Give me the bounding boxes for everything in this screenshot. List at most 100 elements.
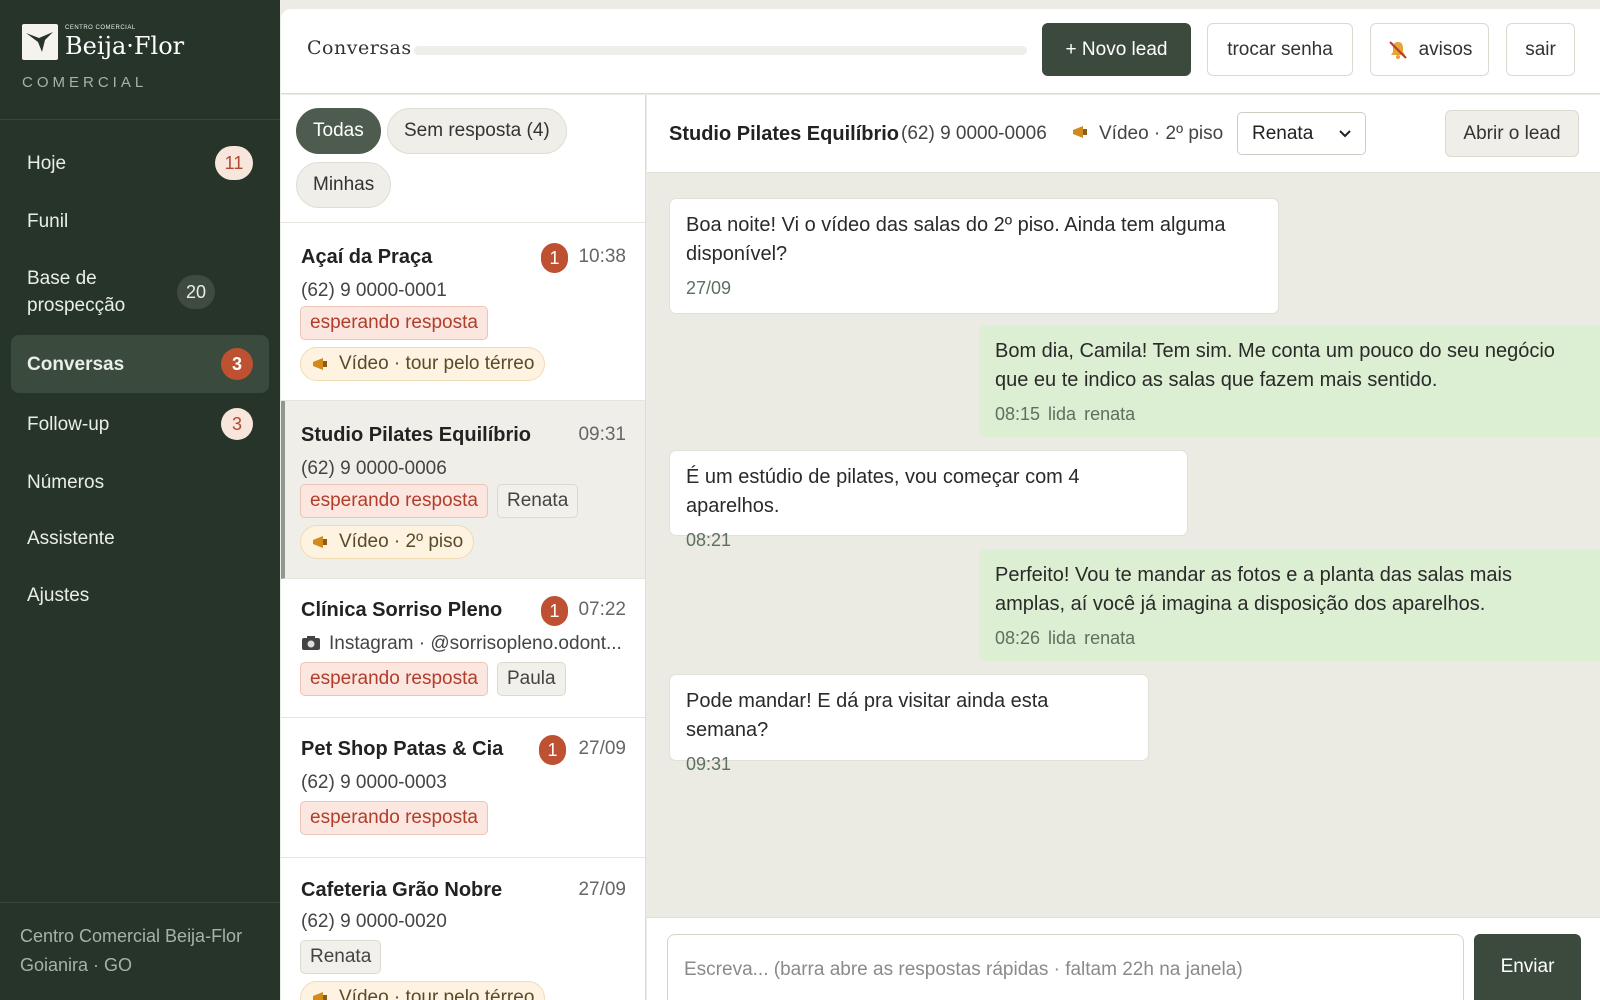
source-label: Vídeo · 2º piso (339, 531, 464, 552)
sidebar: CENTRO COMERCIAL Beija·Flor COMERCIAL Ho… (0, 0, 280, 1000)
source-badge: Vídeo · tour pelo térreo (300, 981, 546, 1000)
sidebar-item-ajustes[interactable]: Ajustes (11, 567, 269, 623)
source-label: Vídeo · tour pelo térreo (339, 353, 535, 374)
status-badge: esperando resposta (300, 662, 488, 696)
sidebar-footer-divider (0, 902, 280, 903)
contact-name: Cafeteria Grão Nobre (301, 879, 503, 901)
sidebar-item-follow-up[interactable]: Follow-up 3 (11, 396, 269, 452)
footer-line: Goianira · GO (20, 955, 133, 975)
count-badge: 11 (215, 146, 253, 180)
sidebar-item-base-prospeccao[interactable]: Base de prospecção 20 (11, 258, 269, 326)
message-time: 08:21 (686, 530, 732, 550)
unread-badge: 1 (541, 243, 568, 273)
send-button[interactable]: Enviar (1474, 934, 1581, 1000)
last-time: 10:38 (578, 246, 626, 267)
sidebar-item-label: Ajustes (27, 584, 90, 606)
message-text: Perfeito! Vou te mandar as fotos e a pla… (995, 564, 1512, 615)
message-time: 27/09 (686, 278, 732, 298)
chat-source-label: Vídeo · 2º piso (1099, 123, 1224, 144)
list-item[interactable]: Cafeteria Grão Nobre 27/09 (62) 9 0000-0… (281, 858, 645, 1000)
sidebar-footer: Centro Comercial Beija-Flor Goianira · G… (20, 922, 242, 980)
message-text: Boa noite! Vi o vídeo das salas do 2º pi… (686, 214, 1226, 265)
megaphone-icon (311, 356, 331, 372)
chat-header: Studio Pilates Equilíbrio (62) 9 0000-00… (647, 95, 1600, 173)
list-item[interactable]: Açaí da Praça 1 10:38 (62) 9 0000-0001 e… (281, 223, 645, 401)
list-item-selected[interactable]: Studio Pilates Equilíbrio 09:31 (62) 9 0… (281, 401, 645, 579)
assignee-value: Renata (1252, 122, 1314, 144)
conversation-list: Todas Sem resposta (4) Minhas Açaí da Pr… (281, 95, 646, 1000)
message-meta: 27/09 (686, 274, 1262, 303)
sidebar-item-label: Base de prospecção (27, 268, 126, 316)
message-text: Bom dia, Camila! Tem sim. Me conta um po… (995, 340, 1555, 391)
list-item[interactable]: Clínica Sorriso Pleno 1 07:22 Instagram … (281, 579, 645, 718)
chat-contact-name: Studio Pilates Equilíbrio (669, 123, 900, 145)
sidebar-item-assistente[interactable]: Assistente (11, 510, 269, 566)
unread-badge: 1 (541, 596, 568, 626)
message-text: Pode mandar! E dá pra visitar ainda esta… (686, 690, 1049, 741)
camera-icon (301, 635, 321, 651)
message-author: renata (1084, 404, 1136, 424)
status-badge: esperando resposta (300, 801, 488, 835)
sidebar-item-funil[interactable]: Funil (11, 193, 269, 249)
message-author: renata (1084, 628, 1136, 648)
contact-phone: (62) 9 0000-0006 (301, 458, 447, 479)
footer-line: Centro Comercial Beija-Flor (20, 926, 243, 946)
filter-mine[interactable]: Minhas (296, 162, 392, 208)
contact-name: Açaí da Praça (301, 246, 433, 268)
contact-phone: (62) 9 0000-0001 (301, 280, 447, 301)
sidebar-item-numeros[interactable]: Números (11, 454, 269, 510)
filter-no-reply[interactable]: Sem resposta (4) (387, 108, 567, 154)
count-badge: 20 (177, 275, 215, 309)
chevron-down-icon (1339, 129, 1351, 138)
source-badge: Vídeo · tour pelo térreo (300, 347, 546, 381)
sidebar-item-conversas[interactable]: Conversas 3 (11, 335, 269, 393)
assignee-badge: Renata (497, 484, 579, 518)
new-lead-button[interactable]: + Novo lead (1042, 23, 1191, 76)
open-lead-button[interactable]: Abrir o lead (1445, 110, 1579, 157)
source-badge: Vídeo · 2º piso (300, 525, 475, 559)
sidebar-item-label: Funil (27, 210, 69, 232)
top-header: Conversas + Novo lead trocar senha aviso… (281, 9, 1600, 93)
composer: Escreva... (barra abre as respostas rápi… (647, 917, 1600, 1000)
contact-instagram: Instagram · @sorrisopleno.odont... (301, 633, 631, 655)
instagram-label: Instagram · @sorrisopleno.odont... (329, 633, 622, 654)
last-time: 07:22 (578, 599, 626, 620)
assignee-select[interactable]: Renata (1237, 112, 1366, 155)
list-item[interactable]: Pet Shop Patas & Cia 1 27/09 (62) 9 0000… (281, 718, 645, 858)
message-status: lida (1048, 404, 1077, 424)
chat-source: Vídeo · 2º piso (1071, 123, 1223, 145)
message-incoming: Pode mandar! E dá pra visitar ainda esta… (669, 674, 1149, 774)
sidebar-item-label: Números (27, 471, 105, 493)
contact-name: Studio Pilates Equilíbrio (301, 424, 532, 446)
filter-all[interactable]: Todas (296, 108, 381, 154)
megaphone-icon (311, 534, 331, 550)
unread-badge: 1 (539, 735, 566, 765)
message-text: É um estúdio de pilates, vou começar com… (686, 466, 1080, 517)
assignee-badge: Renata (300, 940, 382, 974)
status-badge: esperando resposta (300, 306, 488, 340)
assignee-badge: Paula (497, 662, 566, 696)
message-outgoing: Bom dia, Camila! Tem sim. Me conta um po… (979, 325, 1600, 437)
alerts-button[interactable]: avisos (1370, 23, 1489, 76)
message-time: 08:15 (995, 404, 1041, 424)
sidebar-divider (0, 119, 280, 120)
megaphone-icon (311, 990, 331, 1000)
message-time: 08:26 (995, 628, 1041, 648)
header-progress-track (414, 46, 1027, 55)
message-input[interactable]: Escreva... (barra abre as respostas rápi… (667, 934, 1464, 1000)
message-time: 09:31 (686, 754, 732, 774)
sidebar-item-label: Follow-up (27, 413, 110, 435)
message-meta: 08:15 lida renata (995, 400, 1584, 429)
status-badge: esperando resposta (300, 484, 488, 518)
chat-pane: Studio Pilates Equilíbrio (62) 9 0000-00… (647, 95, 1600, 1000)
sidebar-item-hoje[interactable]: Hoje 11 (11, 135, 269, 191)
change-password-button[interactable]: trocar senha (1207, 23, 1353, 76)
contact-phone: (62) 9 0000-0003 (301, 772, 447, 793)
count-badge: 3 (221, 348, 253, 380)
brand-small: CENTRO COMERCIAL (65, 25, 136, 31)
source-label: Vídeo · tour pelo térreo (339, 987, 535, 1000)
logout-button[interactable]: sair (1506, 23, 1575, 76)
count-badge: 3 (221, 408, 253, 440)
contact-phone: (62) 9 0000-0020 (301, 911, 447, 932)
brand-name: Beija·Flor (65, 32, 185, 60)
